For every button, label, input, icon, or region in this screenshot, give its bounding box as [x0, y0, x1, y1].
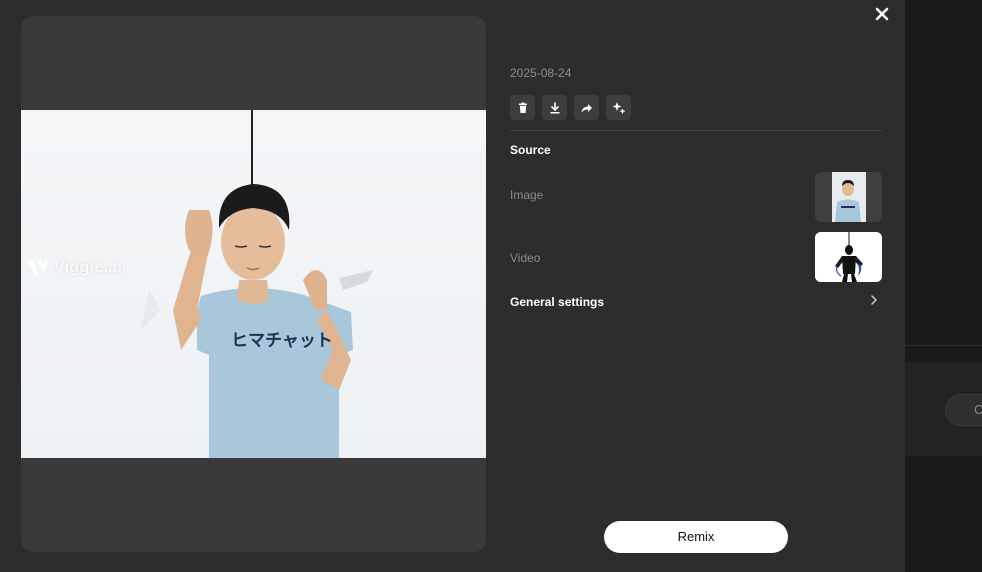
video-source-thumbnail[interactable] [815, 232, 882, 282]
generation-detail-modal: ヒマチャット Viggle.ai 2025-08-24 Source Image… [0, 0, 905, 572]
source-video-thumbnail-picture [815, 232, 882, 282]
trash-icon [518, 102, 527, 113]
share-arrow-icon [581, 103, 592, 112]
remix-button[interactable]: Remix [604, 521, 788, 553]
download-icon [550, 101, 559, 113]
creation-date: 2025-08-24 [510, 66, 572, 80]
share-button[interactable] [574, 95, 599, 120]
background-pill-button[interactable]: C [945, 394, 982, 426]
image-source-thumbnail[interactable] [815, 172, 882, 222]
shirt-print-text: ヒマチャット [231, 331, 333, 351]
sparkle-plus-icon [612, 102, 625, 114]
download-button[interactable] [542, 95, 567, 120]
general-settings-toggle[interactable]: General settings [510, 295, 882, 309]
general-settings-label: General settings [510, 295, 605, 309]
viggle-logo-icon [28, 260, 49, 276]
video-source-label: Video [510, 251, 541, 265]
watermark: Viggle.ai [27, 258, 122, 278]
boy-in-tshirt-image: ヒマチャット [141, 110, 373, 458]
video-frame[interactable]: ヒマチャット Viggle.ai [21, 110, 486, 458]
image-source-label: Image [510, 188, 544, 202]
source-image-thumbnail-picture [832, 172, 866, 222]
details-panel: 2025-08-24 Source Image Video General se… [510, 0, 882, 572]
watermark-text: Viggle.ai [54, 259, 123, 276]
background-divider [905, 345, 982, 346]
delete-button[interactable] [510, 95, 535, 120]
enhance-button[interactable] [606, 95, 631, 120]
section-divider [510, 130, 882, 131]
media-preview: ヒマチャット Viggle.ai [21, 16, 486, 552]
source-heading: Source [510, 143, 551, 157]
action-toolbar [510, 95, 631, 120]
chevron-right-icon [870, 294, 878, 309]
